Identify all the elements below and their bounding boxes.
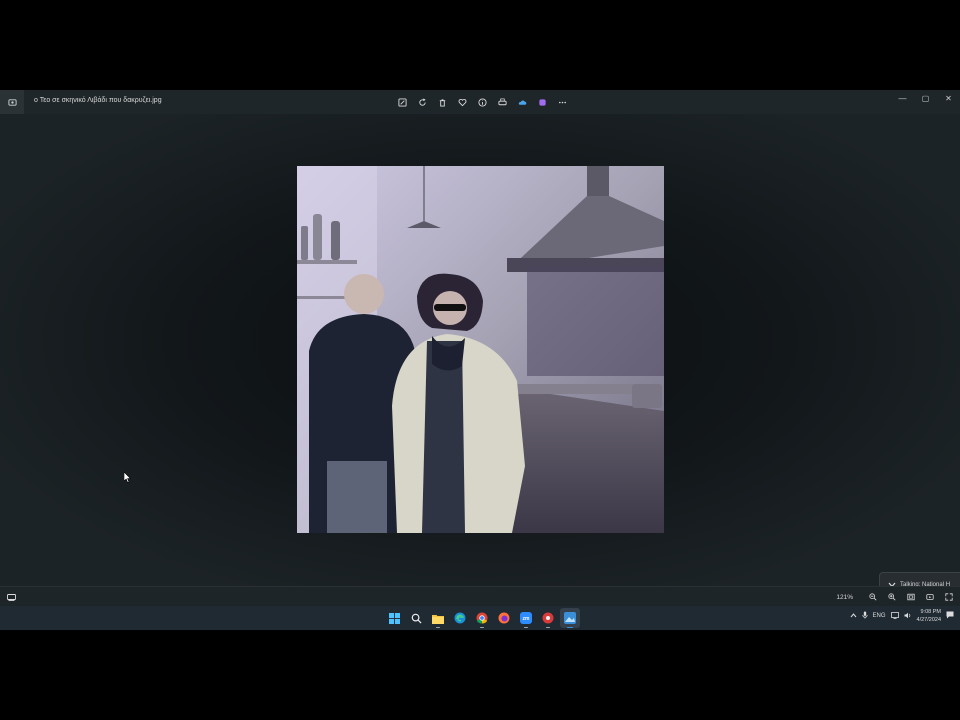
photo-image bbox=[297, 166, 664, 533]
displayed-photo[interactable] bbox=[297, 166, 664, 533]
print-icon[interactable] bbox=[494, 95, 510, 109]
edge-icon[interactable] bbox=[450, 608, 470, 628]
mouse-cursor-icon bbox=[123, 470, 132, 488]
info-icon[interactable] bbox=[474, 95, 490, 109]
chevron-up-icon[interactable] bbox=[850, 612, 857, 620]
search-icon[interactable] bbox=[406, 608, 426, 628]
volume-icon[interactable] bbox=[904, 612, 912, 621]
svg-text:zm: zm bbox=[523, 616, 531, 622]
zoom-level: 121% bbox=[836, 593, 853, 601]
fullscreen-icon[interactable] bbox=[941, 590, 956, 604]
running-indicator bbox=[524, 626, 528, 628]
photos-app-window: ο Τεο σε σκηνικό Λιβάδι που δακρυζει.jpg… bbox=[0, 90, 960, 630]
system-tray: ENG 9:08 PM 4/27/2024 bbox=[850, 608, 954, 624]
rotate-icon[interactable] bbox=[414, 95, 430, 109]
zoom-icon[interactable]: zm bbox=[516, 608, 536, 628]
running-indicator bbox=[436, 626, 440, 628]
maximize-button[interactable]: ▢ bbox=[914, 90, 937, 106]
microphone-icon[interactable] bbox=[861, 611, 868, 621]
filmstrip-icon[interactable] bbox=[6, 592, 16, 602]
viewer-toolbar bbox=[394, 95, 570, 109]
copilot-icon[interactable] bbox=[534, 95, 550, 109]
firefox-icon[interactable] bbox=[494, 608, 514, 628]
taskbar-apps: zm bbox=[384, 608, 580, 628]
active-indicator bbox=[567, 626, 573, 628]
title-bar: ο Τεο σε σκηνικό Λιβάδι που δακρυζει.jpg… bbox=[0, 90, 960, 114]
time: 9:08 PM bbox=[920, 609, 941, 615]
minimize-button[interactable]: — bbox=[891, 90, 914, 106]
windows-start-icon[interactable] bbox=[384, 608, 404, 628]
taskbar: zm ENG 9:08 PM 4/27/2024 bbox=[0, 606, 960, 630]
slideshow-icon[interactable] bbox=[922, 590, 937, 604]
favorite-icon[interactable] bbox=[454, 95, 470, 109]
window-title: ο Τεο σε σκηνικό Λιβάδι που δακρυζει.jpg bbox=[34, 97, 162, 104]
running-indicator bbox=[546, 626, 550, 628]
cloud-icon[interactable] bbox=[514, 95, 530, 109]
window-controls: — ▢ ✕ bbox=[891, 90, 960, 106]
zoom-out-icon[interactable] bbox=[865, 590, 880, 604]
edit-icon[interactable] bbox=[394, 95, 410, 109]
clock[interactable]: 9:08 PM 4/27/2024 bbox=[917, 608, 941, 624]
fit-to-window-icon[interactable] bbox=[903, 590, 918, 604]
language-indicator[interactable]: ENG bbox=[873, 613, 886, 619]
zoom-in-icon[interactable] bbox=[884, 590, 899, 604]
more-icon[interactable] bbox=[554, 95, 570, 109]
app-icon[interactable] bbox=[538, 608, 558, 628]
file-explorer-icon[interactable] bbox=[428, 608, 448, 628]
network-icon[interactable] bbox=[890, 611, 899, 621]
running-indicator bbox=[480, 626, 484, 628]
photos-icon[interactable] bbox=[560, 608, 580, 628]
date: 4/27/2024 bbox=[916, 617, 941, 623]
delete-icon[interactable] bbox=[434, 95, 450, 109]
close-button[interactable]: ✕ bbox=[937, 90, 960, 106]
notifications-icon[interactable] bbox=[946, 611, 954, 621]
image-canvas[interactable]: Talking: National H bbox=[0, 114, 960, 598]
zoom-controls: 121% bbox=[836, 590, 956, 604]
photos-app-icon[interactable] bbox=[0, 90, 24, 114]
chrome-icon[interactable] bbox=[472, 608, 492, 628]
status-bar: 121% bbox=[0, 586, 960, 607]
